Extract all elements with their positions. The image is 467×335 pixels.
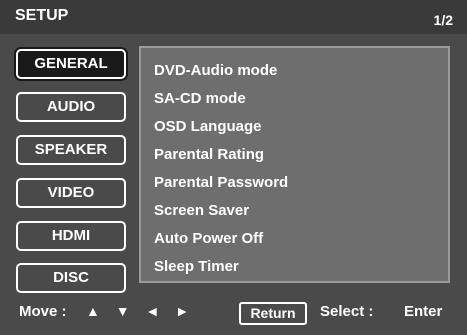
page-indicator: 1/2	[433, 12, 453, 28]
screen-title: SETUP	[15, 7, 69, 24]
category-audio-button[interactable]: AUDIO	[16, 92, 126, 122]
menu-item-osd-language[interactable]: OSD Language	[154, 118, 262, 135]
setup-screen: SETUP 1/2 GENERAL AUDIO SPEAKER VIDEO HD…	[0, 0, 467, 335]
menu-item-auto-power-off[interactable]: Auto Power Off	[154, 230, 263, 247]
menu-item-dvd-audio-mode[interactable]: DVD-Audio mode	[154, 62, 277, 79]
arrow-up-icon: ▲	[86, 303, 103, 319]
arrow-right-icon: ►	[175, 303, 193, 319]
enter-label: Enter	[404, 303, 443, 320]
arrow-left-icon: ◄	[145, 303, 163, 319]
move-label: Move :	[19, 303, 67, 320]
menu-item-parental-rating[interactable]: Parental Rating	[154, 146, 264, 163]
select-label: Select :	[320, 303, 374, 320]
navigation-arrows: ▲ ▼ ◄ ►	[86, 303, 198, 319]
settings-menu-panel: DVD-Audio mode SA-CD mode OSD Language P…	[139, 46, 450, 283]
category-disc-button[interactable]: DISC	[16, 263, 126, 293]
menu-item-screen-saver[interactable]: Screen Saver	[154, 202, 249, 219]
menu-item-sleep-timer[interactable]: Sleep Timer	[154, 258, 239, 275]
category-general-button[interactable]: GENERAL	[16, 49, 126, 79]
footer-help-bar: Move : ▲ ▼ ◄ ► Return Select : Enter	[0, 296, 467, 330]
title-bar: SETUP 1/2	[0, 0, 467, 34]
category-speaker-button[interactable]: SPEAKER	[16, 135, 126, 165]
menu-item-sa-cd-mode[interactable]: SA-CD mode	[154, 90, 246, 107]
arrow-down-icon: ▼	[115, 303, 133, 319]
return-button[interactable]: Return	[239, 302, 307, 325]
category-hdmi-button[interactable]: HDMI	[16, 221, 126, 251]
category-video-button[interactable]: VIDEO	[16, 178, 126, 208]
menu-item-parental-password[interactable]: Parental Password	[154, 174, 288, 191]
